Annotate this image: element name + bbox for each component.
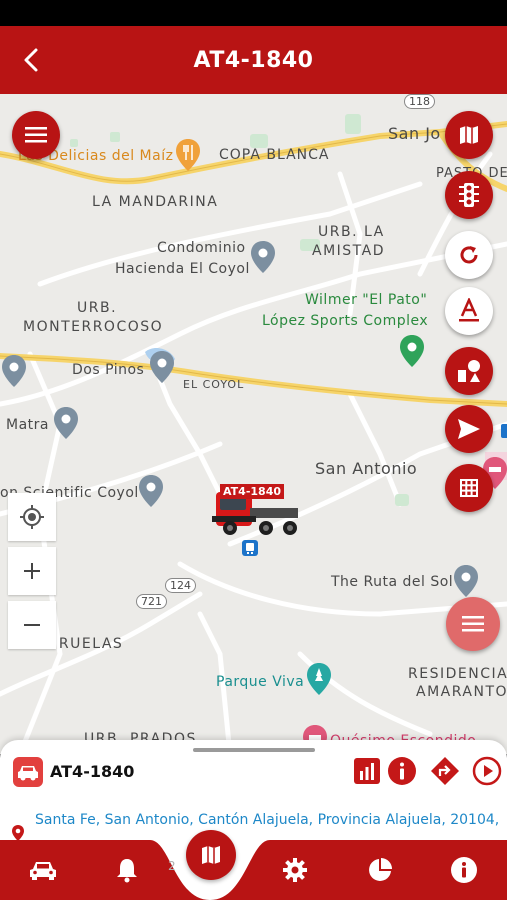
place-label: AMISTAD	[312, 243, 385, 259]
route-shield: 118	[404, 94, 435, 109]
nav-settings[interactable]	[279, 854, 311, 886]
ghost-text: 2	[168, 859, 176, 873]
grid-button[interactable]	[445, 464, 493, 512]
map-layers-button[interactable]	[445, 111, 493, 159]
bell-icon	[117, 859, 137, 883]
park-pin-icon[interactable]	[399, 334, 425, 368]
place-label: RESIDENCIA	[408, 666, 507, 682]
place-label: Condominio	[157, 240, 246, 256]
vehicle-sheet[interactable]: AT4-1840 Santa Fe, San Antonio, Cantón A…	[0, 740, 507, 841]
text-label-button[interactable]	[445, 287, 493, 335]
nav-alerts[interactable]	[111, 854, 143, 886]
place-label: San Jo	[388, 124, 441, 143]
grid-icon	[460, 479, 478, 497]
directions-button[interactable]	[430, 756, 460, 786]
traffic-button[interactable]	[445, 171, 493, 219]
pie-chart-icon	[369, 858, 392, 881]
plus-icon	[24, 563, 40, 579]
place-label: URB.	[77, 300, 118, 316]
refresh-button[interactable]	[445, 231, 493, 279]
sheet-handle[interactable]	[193, 748, 315, 752]
vehicle-name: AT4-1840	[50, 762, 135, 781]
map-pin-icon[interactable]	[149, 350, 175, 384]
back-button[interactable]	[14, 43, 48, 77]
refresh-icon	[460, 246, 478, 264]
place-label: Wilmer "El Pato"	[305, 292, 428, 308]
minus-icon	[24, 624, 40, 626]
place-label: Parque Viva	[216, 674, 305, 690]
nav-map[interactable]	[186, 830, 236, 880]
zoom-in-button[interactable]	[8, 547, 56, 595]
map-icon	[460, 126, 478, 144]
place-label: MONTERROCOSO	[23, 319, 164, 335]
hamburger-icon	[462, 616, 484, 632]
shapes-icon	[458, 360, 480, 382]
vehicle-tag: AT4-1840	[220, 484, 284, 499]
zoom-out-button[interactable]	[8, 601, 56, 649]
route-shield: 124	[165, 578, 196, 593]
menu-fab[interactable]	[446, 597, 500, 651]
place-label: LA MANDARINA	[92, 194, 219, 210]
info-button[interactable]	[387, 756, 417, 786]
park-pin-icon[interactable]	[306, 662, 332, 696]
car-icon	[30, 862, 56, 880]
gear-icon	[283, 858, 307, 882]
app-bar: AT4-1840	[0, 26, 507, 94]
place-label: Dos Pinos	[72, 362, 145, 378]
nav-vehicles[interactable]	[27, 854, 59, 886]
nav-reports[interactable]	[364, 854, 396, 886]
locate-button[interactable]	[8, 493, 56, 541]
map-pin-icon[interactable]	[53, 406, 79, 440]
directions-icon	[431, 757, 459, 785]
restaurant-pin-icon[interactable]	[175, 138, 201, 172]
send-icon	[458, 419, 480, 439]
hamburger-icon	[25, 127, 47, 143]
map-view[interactable]: Las Delicias del Maíz COPA BLANCA San Jo…	[0, 94, 507, 754]
page-title: AT4-1840	[193, 47, 314, 73]
map-edge-marker	[501, 424, 507, 438]
text-a-icon	[459, 298, 479, 322]
info-icon	[388, 757, 416, 785]
map-icon	[202, 846, 220, 864]
status-bar	[0, 0, 507, 26]
place-label: López Sports Complex	[262, 313, 429, 329]
traffic-light-icon	[459, 183, 479, 207]
car-icon	[18, 766, 38, 781]
chevron-left-icon	[24, 48, 38, 72]
bar-chart-icon	[354, 758, 380, 784]
info-icon	[451, 857, 477, 883]
geofence-button[interactable]	[445, 347, 493, 395]
place-label: Hacienda El Coyol	[115, 261, 250, 277]
stats-button[interactable]	[352, 756, 382, 786]
map-pin-icon[interactable]	[138, 474, 164, 508]
play-icon	[472, 756, 502, 786]
road-label: EL COYOL	[183, 378, 245, 391]
crosshair-icon	[20, 505, 44, 529]
menu-button[interactable]	[12, 111, 60, 159]
place-label: COPA BLANCA	[219, 147, 330, 163]
send-command-button[interactable]	[445, 405, 493, 453]
map-pin-icon[interactable]	[1, 354, 27, 388]
route-shield: 721	[136, 594, 167, 609]
playback-button[interactable]	[472, 756, 502, 786]
place-label: San Antonio	[315, 459, 418, 478]
nav-info[interactable]	[448, 854, 480, 886]
place-label: Matra	[6, 417, 49, 433]
map-pin-icon[interactable]	[453, 564, 479, 598]
place-label: URB. LA	[318, 224, 385, 240]
place-label: AMARANTO	[416, 684, 507, 700]
vehicle-icon	[13, 757, 43, 787]
bus-stop-icon	[242, 540, 258, 556]
map-pin-icon[interactable]	[250, 240, 276, 274]
place-label: The Ruta del Sol	[331, 574, 454, 590]
